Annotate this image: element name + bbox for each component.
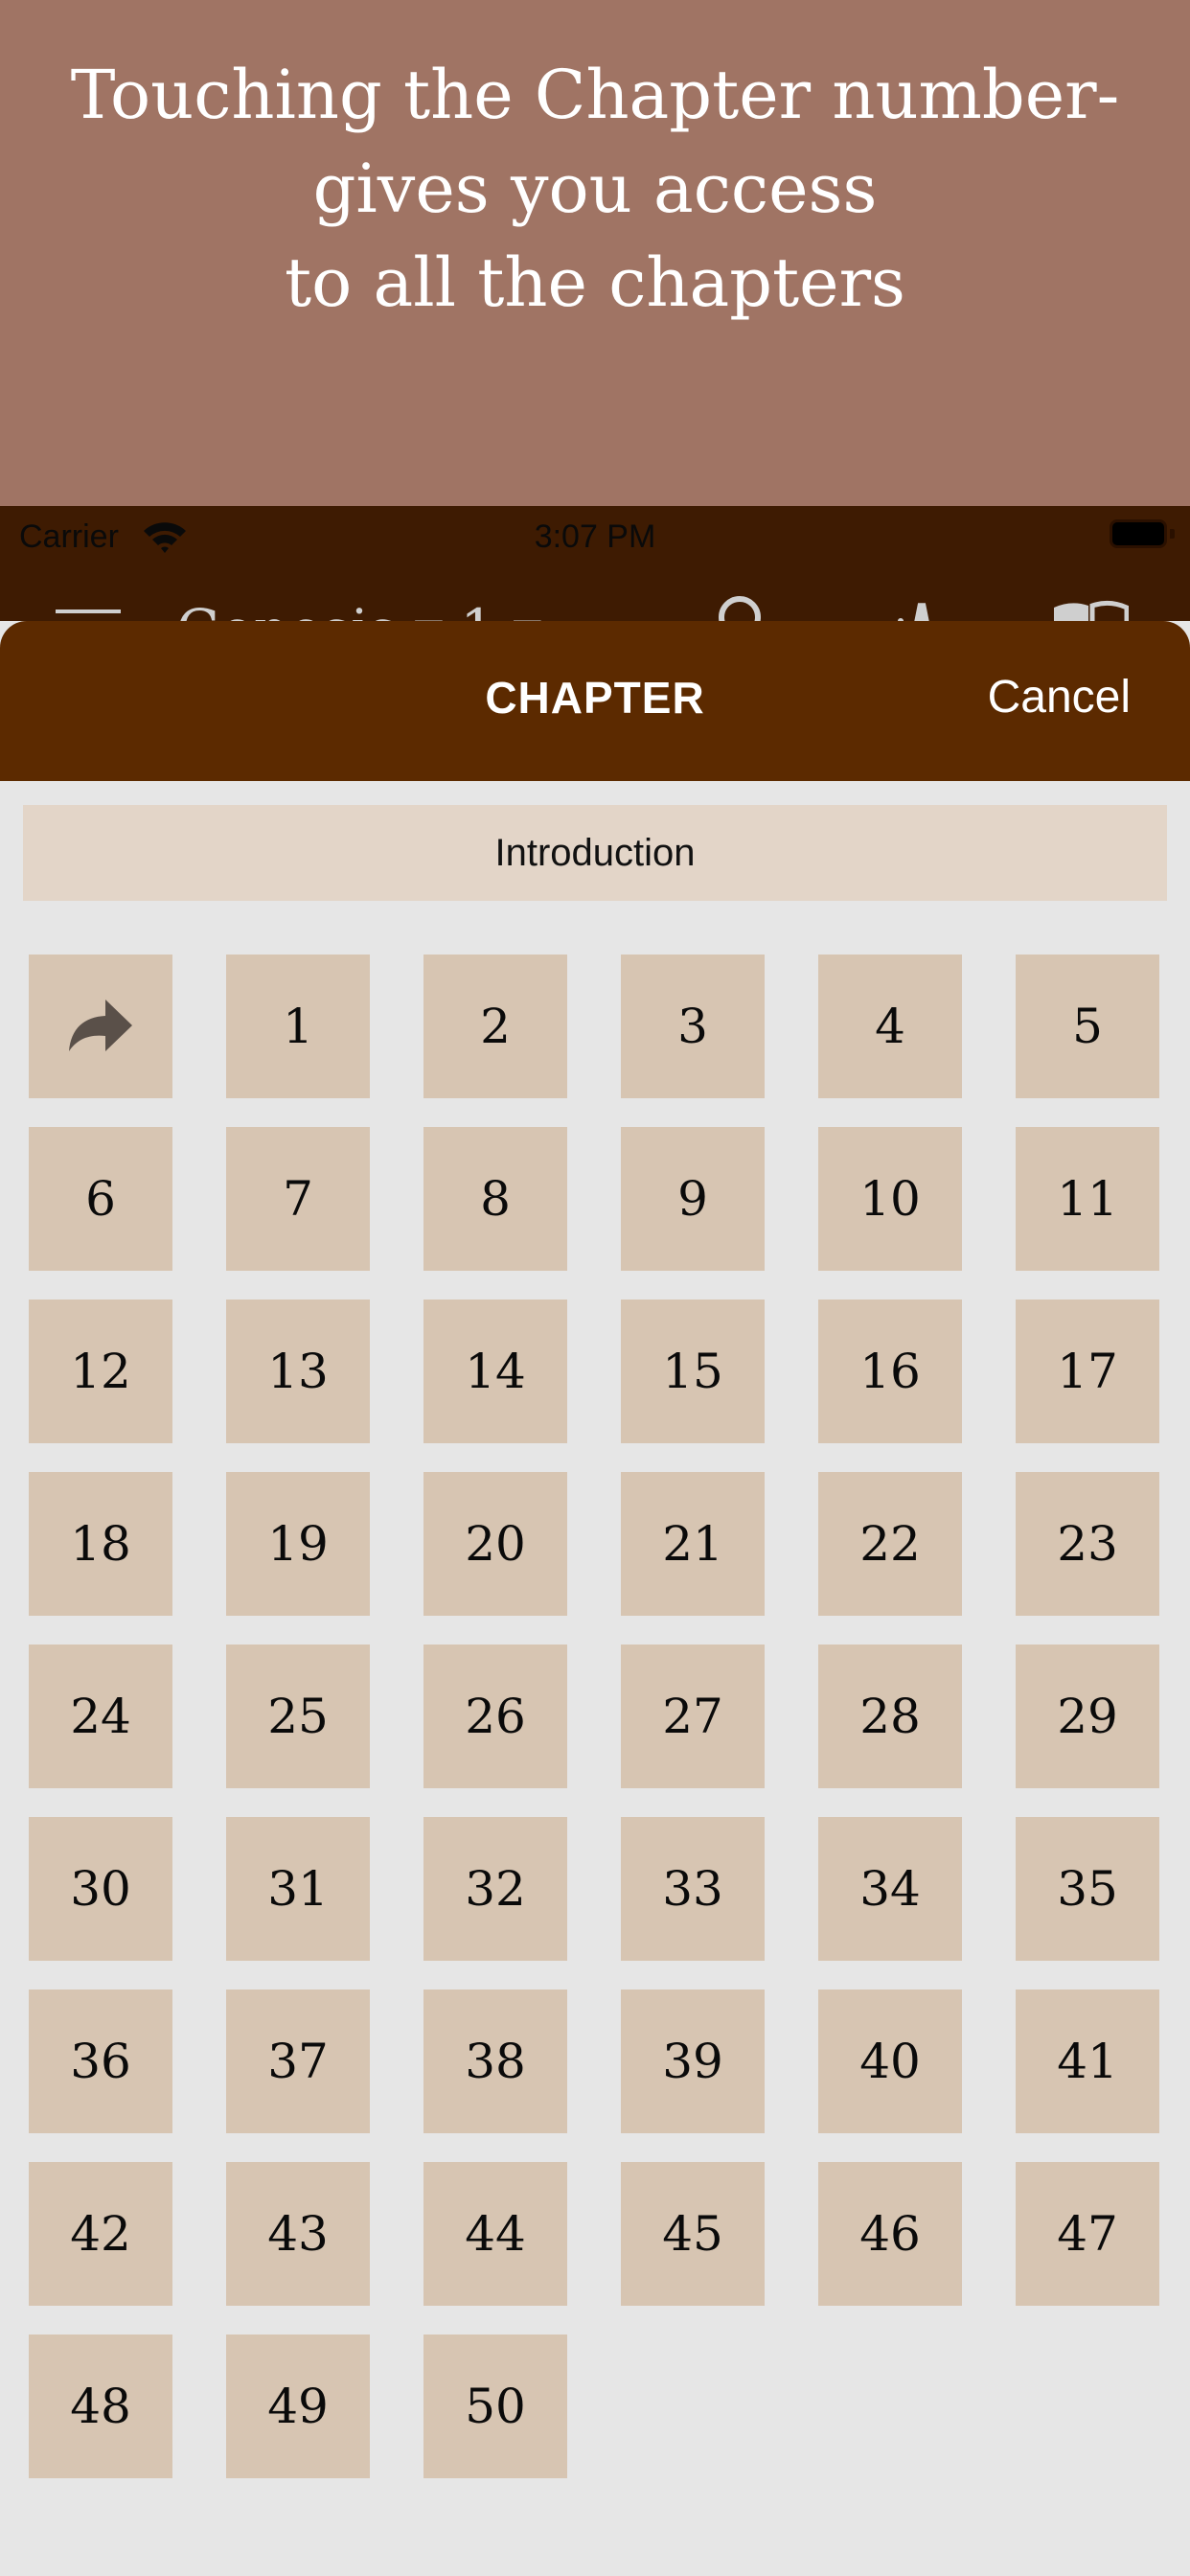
chapter-button[interactable]: 37 [226,1990,370,2133]
chapter-button[interactable]: 26 [423,1644,567,1788]
chapter-button[interactable]: 29 [1016,1644,1159,1788]
chapter-button[interactable]: 42 [29,2162,172,2306]
banner-line-2: gives you access [312,150,878,228]
chapter-button[interactable]: 27 [621,1644,765,1788]
chapter-button[interactable]: 19 [226,1472,370,1616]
chapter-button[interactable]: 14 [423,1300,567,1443]
battery-cap [1170,529,1175,539]
cancel-button[interactable]: Cancel [988,669,1131,726]
chapter-button[interactable]: 3 [621,954,765,1098]
chapter-button[interactable]: 8 [423,1127,567,1271]
chapter-button[interactable]: 20 [423,1472,567,1616]
chapter-button[interactable]: 31 [226,1817,370,1961]
menu-icon[interactable] [56,610,121,613]
go-to-current-chapter-button[interactable] [29,954,172,1098]
chapter-button[interactable]: 39 [621,1990,765,2133]
chapter-button[interactable]: 48 [29,2334,172,2478]
banner-line-1: Touching the Chapter number- [70,56,1120,134]
chapter-button[interactable]: 22 [818,1472,962,1616]
chapter-button[interactable]: 1 [226,954,370,1098]
chapter-button[interactable]: 35 [1016,1817,1159,1961]
chapter-button[interactable]: 17 [1016,1300,1159,1443]
chapter-button[interactable]: 50 [423,2334,567,2478]
chapter-button[interactable]: 11 [1016,1127,1159,1271]
chapter-button[interactable]: 38 [423,1990,567,2133]
chapter-button[interactable]: 41 [1016,1990,1159,2133]
chapter-button[interactable]: 36 [29,1990,172,2133]
chapter-button[interactable]: 6 [29,1127,172,1271]
chapter-button[interactable]: 46 [818,2162,962,2306]
chapter-button[interactable]: 32 [423,1817,567,1961]
chapter-button[interactable]: 16 [818,1300,962,1443]
book-icon[interactable] [1052,594,1129,621]
battery-icon [1110,519,1167,548]
chapter-button[interactable]: 47 [1016,2162,1159,2306]
banner-line-3: to all the chapters [285,243,905,322]
chapter-button[interactable]: 49 [226,2334,370,2478]
chapter-button[interactable]: 13 [226,1300,370,1443]
chapter-button[interactable]: 15 [621,1300,765,1443]
book-name[interactable]: Genesis [176,597,397,621]
chapter-button[interactable]: 45 [621,2162,765,2306]
status-time: 3:07 PM [534,518,656,555]
chapter-caret-icon: ▾ [514,597,541,621]
chapter-button[interactable]: 2 [423,954,567,1098]
book-chapter-selector[interactable]: Genesis ▾ 1 ▾ [176,596,541,621]
chapter-number[interactable]: 1 [460,597,495,621]
book-caret-icon: ▾ [415,597,443,621]
chapter-button[interactable]: 9 [621,1127,765,1271]
chapter-button[interactable]: 44 [423,2162,567,2306]
chapter-button[interactable]: 10 [818,1127,962,1271]
chapter-button[interactable]: 30 [29,1817,172,1961]
chapter-button[interactable]: 18 [29,1472,172,1616]
introduction-button[interactable]: Introduction [23,805,1167,901]
chapter-button[interactable]: 24 [29,1644,172,1788]
chapter-button[interactable]: 33 [621,1817,765,1961]
chapter-button[interactable]: 40 [818,1990,962,2133]
chapter-button[interactable]: 7 [226,1127,370,1271]
chapter-button[interactable]: 21 [621,1472,765,1616]
chapter-button[interactable]: 34 [818,1817,962,1961]
search-icon[interactable] [717,594,768,621]
chapter-sheet-header: CHAPTER Cancel [0,621,1190,781]
chapter-button[interactable]: 28 [818,1644,962,1788]
chapter-button[interactable]: 5 [1016,954,1159,1098]
tutorial-banner: Touching the Chapter number- gives you a… [0,0,1190,506]
chapter-button[interactable]: 43 [226,2162,370,2306]
chapter-button[interactable]: 12 [29,1300,172,1443]
reader-nav-bar: Genesis ▾ 1 ▾ [0,575,1190,621]
chapter-button[interactable]: 25 [226,1644,370,1788]
chapter-button[interactable]: 4 [818,954,962,1098]
font-size-icon[interactable] [893,594,947,621]
chapter-button[interactable]: 23 [1016,1472,1159,1616]
forward-arrow-icon [69,1000,132,1051]
